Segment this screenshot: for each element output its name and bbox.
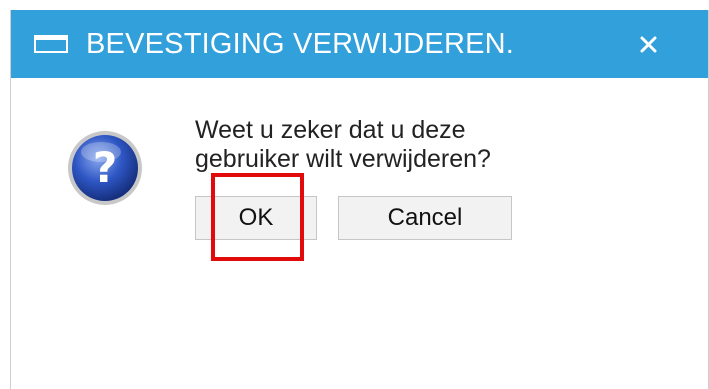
question-icon: ? [65,128,145,208]
dialog-title: BEVESTIGING VERWIJDEREN. [86,28,515,60]
svg-text:?: ? [93,143,117,192]
dialog-titlebar: BEVESTIGING VERWIJDEREN. [11,10,708,78]
close-icon[interactable] [635,30,663,58]
ok-button[interactable]: OK [195,196,317,240]
message-line-2: gebruiker wilt verwijderen? [195,145,491,173]
cancel-button[interactable]: Cancel [338,196,512,240]
message-line-1: Weet u zeker dat u deze [195,116,466,144]
window-icon [34,35,68,53]
confirm-message: Weet u zeker dat u deze gebruiker wilt v… [195,116,615,174]
confirm-delete-dialog: BEVESTIGING VERWIJDEREN. ? Weet u zeker … [10,10,709,389]
